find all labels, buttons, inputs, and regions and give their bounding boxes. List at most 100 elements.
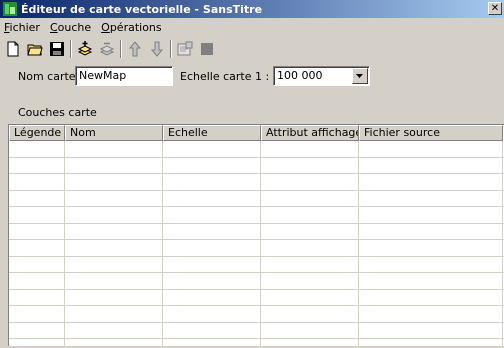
column-header-echelle[interactable]: Echelle bbox=[163, 125, 261, 141]
table-cell[interactable] bbox=[9, 141, 65, 157]
table-cell[interactable] bbox=[65, 322, 163, 338]
table-cell[interactable] bbox=[9, 273, 65, 289]
table-cell[interactable] bbox=[359, 174, 503, 190]
table-cell[interactable] bbox=[163, 289, 261, 305]
table-cell[interactable] bbox=[65, 240, 163, 256]
table-cell[interactable] bbox=[359, 339, 503, 346]
table-cell[interactable] bbox=[261, 174, 359, 190]
table-cell[interactable] bbox=[261, 190, 359, 206]
table-cell[interactable] bbox=[163, 273, 261, 289]
table-cell[interactable] bbox=[359, 157, 503, 173]
table-cell[interactable] bbox=[163, 339, 261, 346]
table-row[interactable] bbox=[9, 289, 504, 306]
table-cell[interactable] bbox=[261, 256, 359, 272]
table-cell[interactable] bbox=[359, 240, 503, 256]
table-cell[interactable] bbox=[163, 240, 261, 256]
table-cell[interactable] bbox=[65, 174, 163, 190]
table-row[interactable] bbox=[9, 223, 504, 240]
table-cell[interactable] bbox=[65, 190, 163, 206]
table-cell[interactable] bbox=[261, 339, 359, 346]
table-cell[interactable] bbox=[163, 256, 261, 272]
scale-select[interactable]: 100 000 bbox=[273, 66, 370, 86]
table-cell[interactable] bbox=[163, 190, 261, 206]
table-row[interactable] bbox=[9, 141, 504, 158]
table-cell[interactable] bbox=[163, 223, 261, 239]
open-button[interactable] bbox=[24, 38, 46, 60]
layers-table[interactable]: Légende Nom Echelle Attribut affichage F… bbox=[8, 124, 504, 346]
table-row[interactable] bbox=[9, 339, 504, 346]
table-cell[interactable] bbox=[163, 207, 261, 223]
close-button[interactable]: ✕ bbox=[488, 2, 502, 15]
move-down-button[interactable] bbox=[146, 38, 168, 60]
map-name-input[interactable]: NewMap bbox=[75, 66, 173, 86]
table-cell[interactable] bbox=[359, 141, 503, 157]
table-cell[interactable] bbox=[65, 223, 163, 239]
menu-fichier[interactable]: Fichier bbox=[0, 21, 45, 34]
column-header-legende[interactable]: Légende bbox=[9, 125, 65, 141]
table-cell[interactable] bbox=[359, 190, 503, 206]
table-cell[interactable] bbox=[261, 157, 359, 173]
save-button[interactable] bbox=[46, 38, 68, 60]
table-cell[interactable] bbox=[359, 256, 503, 272]
table-cell[interactable] bbox=[261, 223, 359, 239]
table-cell[interactable] bbox=[163, 174, 261, 190]
table-cell[interactable] bbox=[65, 157, 163, 173]
table-cell[interactable] bbox=[261, 207, 359, 223]
table-cell[interactable] bbox=[9, 240, 65, 256]
table-cell[interactable] bbox=[9, 306, 65, 322]
table-cell[interactable] bbox=[163, 141, 261, 157]
table-cell[interactable] bbox=[9, 322, 65, 338]
table-cell[interactable] bbox=[261, 141, 359, 157]
table-cell[interactable] bbox=[359, 273, 503, 289]
table-cell[interactable] bbox=[261, 306, 359, 322]
table-row[interactable] bbox=[9, 240, 504, 257]
table-row[interactable] bbox=[9, 190, 504, 207]
table-cell[interactable] bbox=[9, 174, 65, 190]
table-cell[interactable] bbox=[163, 157, 261, 173]
table-row[interactable] bbox=[9, 174, 504, 191]
column-header-attribut[interactable]: Attribut affichage bbox=[261, 125, 359, 141]
table-cell[interactable] bbox=[65, 141, 163, 157]
table-row[interactable] bbox=[9, 273, 504, 290]
table-row[interactable] bbox=[9, 306, 504, 323]
table-cell[interactable] bbox=[9, 223, 65, 239]
table-cell[interactable] bbox=[359, 289, 503, 305]
table-cell[interactable] bbox=[9, 339, 65, 346]
remove-layer-button[interactable] bbox=[96, 38, 118, 60]
stop-button[interactable] bbox=[196, 38, 218, 60]
table-row[interactable] bbox=[9, 157, 504, 174]
table-row[interactable] bbox=[9, 322, 504, 339]
move-up-button[interactable] bbox=[124, 38, 146, 60]
table-cell[interactable] bbox=[65, 256, 163, 272]
table-row[interactable] bbox=[9, 207, 504, 224]
table-cell[interactable] bbox=[163, 322, 261, 338]
table-cell[interactable] bbox=[359, 223, 503, 239]
table-cell[interactable] bbox=[65, 273, 163, 289]
table-cell[interactable] bbox=[359, 322, 503, 338]
table-cell[interactable] bbox=[261, 322, 359, 338]
table-cell[interactable] bbox=[163, 306, 261, 322]
menu-operations[interactable]: Opérations bbox=[96, 21, 167, 34]
table-cell[interactable] bbox=[9, 207, 65, 223]
table-cell[interactable] bbox=[9, 256, 65, 272]
scale-dropdown-button[interactable] bbox=[352, 68, 368, 84]
column-header-fichier-source[interactable]: Fichier source bbox=[359, 125, 503, 141]
table-cell[interactable] bbox=[261, 240, 359, 256]
table-cell[interactable] bbox=[65, 207, 163, 223]
table-cell[interactable] bbox=[65, 289, 163, 305]
table-cell[interactable] bbox=[9, 289, 65, 305]
table-cell[interactable] bbox=[65, 306, 163, 322]
table-cell[interactable] bbox=[359, 207, 503, 223]
table-cell[interactable] bbox=[261, 273, 359, 289]
table-cell[interactable] bbox=[261, 289, 359, 305]
add-layer-button[interactable] bbox=[74, 38, 96, 60]
new-file-button[interactable] bbox=[2, 38, 24, 60]
table-row[interactable] bbox=[9, 256, 504, 273]
table-cell[interactable] bbox=[359, 306, 503, 322]
column-header-nom[interactable]: Nom bbox=[65, 125, 163, 141]
table-cell[interactable] bbox=[65, 339, 163, 346]
table-cell[interactable] bbox=[9, 157, 65, 173]
table-cell[interactable] bbox=[9, 190, 65, 206]
properties-button[interactable] bbox=[174, 38, 196, 60]
menu-couche[interactable]: Couche bbox=[45, 21, 96, 34]
